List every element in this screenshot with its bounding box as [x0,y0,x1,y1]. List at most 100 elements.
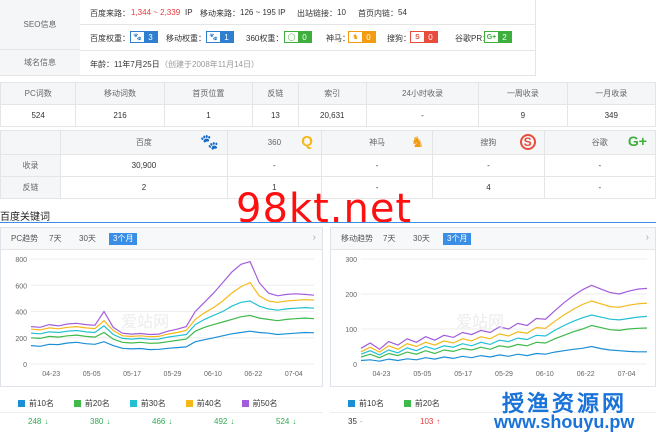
legend-label: 前50名 [252,398,278,408]
arrow-down-icon: ↓ [106,417,111,426]
divider [80,75,535,76]
rank-value[interactable]: 492 ↓ [214,417,234,431]
stats-header-24h: 24小时收录 [365,82,480,105]
mobile-legend: 前10名 前20名 [348,393,460,413]
engine-cell[interactable]: 2 [60,176,228,199]
legend-item[interactable]: 前10名 [348,398,384,409]
legend-item[interactable]: 前50名 [241,398,278,409]
engine-cell: - [543,154,656,177]
domain-age-value: 11年7月25日 [114,60,160,69]
stats-pc-words[interactable]: 524 [0,104,77,127]
engine-cell[interactable]: 4 [432,176,545,199]
shenma-weight-badge[interactable]: ♞ 0 [348,31,376,43]
legend-label: 前40名 [196,398,222,408]
sogou-weight-badge[interactable]: S 0 [410,31,438,43]
divider [80,50,535,51]
x-tick-label: 04-23 [372,371,390,378]
outlinks-value[interactable]: 10 [337,8,346,17]
legend-item[interactable]: 前20名 [73,398,110,409]
google-pr-badge[interactable]: G+ 2 [484,31,512,43]
x-tick-label: 05-17 [123,371,141,378]
x-tick-label: 05-29 [495,371,513,378]
engine-cell: - [432,154,545,177]
mobile-tab-7d[interactable]: 7天 [379,233,399,245]
seo-info-block: SEO信息 域名信息 百度来路： 1,344 ~ 2,339 IP 移动来路： … [0,0,536,76]
arrow-down-icon: ↓ [292,417,297,426]
pc-panel-header: PC趋势 7天 30天 3个月 › [1,228,322,250]
google-g-icon: G+ [627,133,647,149]
y-tick-label: 300 [345,257,357,264]
pc-tab-7d[interactable]: 7天 [45,233,65,245]
engine-header-row: 百度 🐾 360 Q 神马 ♞ 搜狗 S 谷歌 G+ [0,130,656,155]
baidu-traffic-value[interactable]: 1,344 ~ 2,339 [131,8,180,17]
chevron-right-icon[interactable]: › [646,232,649,243]
domain-age-label: 年龄： [90,60,114,69]
legend-label: 前10名 [29,398,54,408]
rank-value[interactable]: 380 ↓ [90,417,110,431]
no-change-icon: - [359,417,363,426]
x-tick-label: 06-22 [244,371,262,378]
footer-watermark-url: www.shouyu.pw [494,412,635,432]
outlinks-label: 出站链接： [297,9,337,18]
engine-sogou: 搜狗 S [432,130,545,155]
stats-mobile-words[interactable]: 216 [75,104,165,127]
section-divider [0,222,656,223]
rank-value[interactable]: 248 ↓ [28,417,48,431]
legend-label: 前20名 [84,398,110,408]
homepage-inlinks-value[interactable]: 54 [398,8,407,17]
legend-item[interactable]: 前30名 [129,398,166,409]
mobile-tab-30d[interactable]: 30天 [409,233,434,245]
engine-shenma: 神马 ♞ [320,130,434,155]
chevron-right-icon[interactable]: › [313,232,316,243]
engine-cell: - [543,176,656,199]
x-tick-label: 04-23 [42,371,60,378]
engine-cell: - [320,154,434,177]
stats-value-row: 524 216 1 13 20,631 - 9 349 [0,104,656,127]
stats-table: PC词数 移动词数 首页位置 反链 索引 24小时收录 一周收录 一月收录 52… [0,82,656,127]
pc-tab-3m[interactable]: 3个月 [109,233,138,245]
legend-swatch [241,399,249,407]
legend-item[interactable]: 前20名 [403,398,440,409]
baidu-traffic-label: 百度来路： [90,9,130,18]
mobile-panel-header: 移动趋势 7天 30天 3个月 › [331,228,655,250]
x-tick-label: 05-05 [413,371,431,378]
360-search-icon: Q [301,133,313,150]
series-line [30,314,315,344]
mobile-weight-badge[interactable]: 🐾 1 [206,31,234,43]
rank-count: 380 [90,417,104,426]
360-weight-badge[interactable]: ◯ 0 [284,31,312,43]
engine-row-label: 收录 [0,154,61,177]
stats-homepage-position: 1 [163,104,254,127]
stats-header-backlinks: 反链 [252,82,299,105]
stats-index[interactable]: 20,631 [297,104,367,127]
stats-backlinks[interactable]: 13 [252,104,299,127]
stats-header-homepage-position: 首页位置 [163,82,254,105]
series-line [30,330,315,351]
shenma-horse-icon: ♞ [410,134,425,151]
y-tick-label: 100 [345,327,357,334]
baidu-weight-label: 百度权重： [90,34,130,43]
pc-tab-30d[interactable]: 30天 [75,233,100,245]
y-tick-label: 400 [15,310,27,317]
stats-header-week: 一周收录 [478,82,568,105]
x-tick-label: 06-10 [536,371,554,378]
legend-swatch [403,399,411,407]
x-tick-label: 06-22 [577,371,595,378]
arrow-down-icon: ↓ [230,417,235,426]
engine-cell[interactable]: 30,900 [60,154,228,177]
rank-value[interactable]: 466 ↓ [152,417,172,431]
legend-item[interactable]: 前10名 [18,398,54,409]
mobile-traffic-label: 移动来路： [200,9,240,18]
rank-value[interactable]: 103 ↑ [420,417,440,431]
stats-week[interactable]: 9 [478,104,568,127]
baidu-weight-badge[interactable]: 🐾 3 [130,31,158,43]
mobile-tab-3m[interactable]: 3个月 [443,233,472,245]
stats-header-pc-words: PC词数 [0,82,77,105]
rank-value[interactable]: 524 ↓ [276,417,296,431]
rank-value[interactable]: 35- [348,417,363,431]
pc-trend-panel: PC趋势 7天 30天 3个月 › 0 200 400 600 800 04-23 05-0… [0,227,323,387]
stats-month[interactable]: 349 [566,104,656,127]
legend-label: 前20名 [414,398,440,408]
sogou-icon: S [411,32,424,42]
legend-item[interactable]: 前40名 [185,398,222,409]
